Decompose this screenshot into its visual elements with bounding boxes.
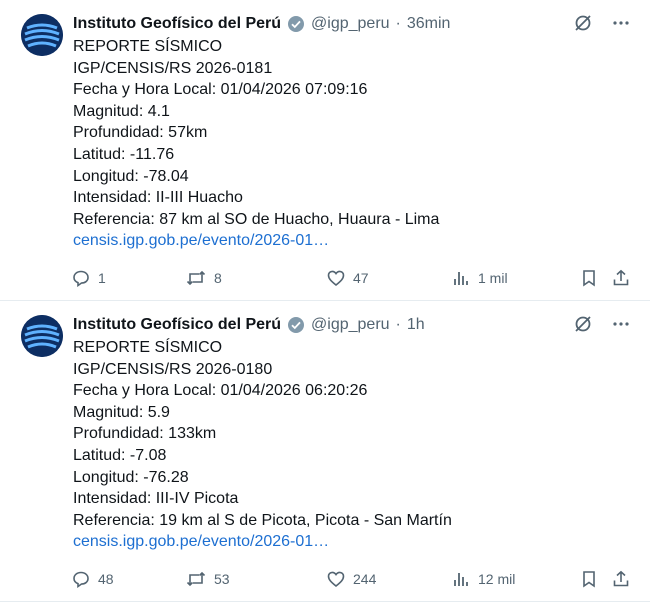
tweet-line: Intensidad: II-III Huacho	[73, 189, 243, 207]
reply-button[interactable]: 48	[72, 570, 114, 588]
timestamp[interactable]: 36min	[407, 15, 451, 33]
tweet-line: Latitud: -7.08	[73, 446, 167, 464]
views-count: 12 mil	[478, 571, 516, 587]
tweet-actions: 48 53 244 12 mil	[72, 568, 632, 590]
like-count: 244	[353, 571, 377, 587]
views-icon	[454, 272, 468, 285]
tweet-line: Referencia: 19 km al S de Picota, Picota…	[73, 511, 452, 529]
author-name[interactable]: Instituto Geofísico del Perú	[73, 15, 281, 33]
share-icon	[613, 570, 629, 587]
views-icon	[454, 573, 468, 586]
tweet-line: Profundidad: 57km	[73, 124, 208, 142]
tweet-line: IGP/CENSIS/RS 2026-0181	[73, 59, 273, 77]
tweet-top-actions	[574, 14, 630, 37]
separator-dot: ·	[395, 316, 401, 333]
bookmark-button[interactable]	[580, 570, 598, 588]
bookmark-button[interactable]	[580, 269, 598, 287]
heart-icon	[327, 571, 345, 588]
igp-logo-icon	[21, 14, 63, 56]
grok-icon[interactable]	[574, 14, 592, 37]
tweet-top-actions	[574, 315, 630, 338]
igp-logo-icon	[21, 315, 63, 357]
reply-icon	[73, 270, 89, 287]
reply-count: 1	[98, 270, 106, 286]
author-handle[interactable]: @igp_peru	[311, 15, 390, 33]
tweet-line: Fecha y Hora Local: 01/04/2026 07:09:16	[73, 81, 368, 99]
share-icon	[613, 269, 629, 286]
like-count: 47	[353, 270, 369, 286]
retweet-count: 53	[214, 571, 230, 587]
avatar[interactable]	[21, 14, 63, 56]
retweet-button[interactable]: 8	[186, 269, 222, 287]
tweet-line: Fecha y Hora Local: 01/04/2026 06:20:26	[73, 382, 368, 400]
event-link[interactable]: censis.igp.gob.pe/evento/2026-01…	[73, 230, 633, 252]
retweet-icon	[186, 270, 206, 286]
tweet-line: Magnitud: 5.9	[73, 403, 170, 421]
verified-badge-icon	[287, 15, 305, 33]
verified-badge-icon	[287, 316, 305, 334]
event-link[interactable]: censis.igp.gob.pe/evento/2026-01…	[73, 531, 633, 553]
tweet-header: Instituto Geofísico del Perú @igp_peru ·…	[73, 313, 425, 337]
tweet-line: REPORTE SÍSMICO	[73, 339, 223, 356]
more-icon[interactable]	[612, 14, 630, 37]
author-handle[interactable]: @igp_peru	[311, 316, 390, 334]
author-name[interactable]: Instituto Geofísico del Perú	[73, 316, 281, 334]
tweet-line: Latitud: -11.76	[73, 145, 175, 163]
views-count: 1 mil	[478, 270, 508, 286]
tweet-line: Longitud: -76.28	[73, 468, 189, 486]
separator-dot: ·	[395, 15, 401, 32]
tweet-text: REPORTE SÍSMICO IGP/CENSIS/RS 2026-0181 …	[73, 36, 633, 252]
tweet-card[interactable]: Instituto Geofísico del Perú @igp_peru ·…	[0, 301, 650, 602]
retweet-count: 8	[214, 270, 222, 286]
tweet-line: Longitud: -78.04	[73, 167, 189, 185]
tweet-line: Profundidad: 133km	[73, 425, 217, 443]
share-button[interactable]	[612, 570, 630, 588]
like-button[interactable]: 244	[327, 570, 376, 588]
bookmark-icon	[583, 270, 595, 287]
tweet-actions: 1 8 47 1 mil	[72, 267, 632, 289]
tweet-line: Intensidad: III-IV Picota	[73, 490, 239, 508]
reply-button[interactable]: 1	[72, 269, 106, 287]
tweet-line: IGP/CENSIS/RS 2026-0180	[73, 360, 273, 378]
grok-icon[interactable]	[574, 315, 592, 338]
reply-count: 48	[98, 571, 114, 587]
tweet-line: Magnitud: 4.1	[73, 102, 170, 120]
tweet-line: Referencia: 87 km al SO de Huacho, Huaur…	[73, 210, 440, 228]
heart-icon	[327, 270, 345, 287]
reply-icon	[73, 571, 89, 588]
share-button[interactable]	[612, 269, 630, 287]
tweet-text: REPORTE SÍSMICO IGP/CENSIS/RS 2026-0180 …	[73, 337, 633, 553]
retweet-icon	[186, 571, 206, 587]
like-button[interactable]: 47	[327, 269, 369, 287]
bookmark-icon	[583, 571, 595, 588]
tweet-card[interactable]: Instituto Geofísico del Perú @igp_peru ·…	[0, 0, 650, 301]
avatar[interactable]	[21, 315, 63, 357]
views-button[interactable]: 1 mil	[452, 269, 508, 287]
tweet-header: Instituto Geofísico del Perú @igp_peru ·…	[73, 12, 450, 36]
more-icon[interactable]	[612, 315, 630, 338]
views-button[interactable]: 12 mil	[452, 570, 515, 588]
tweet-line: REPORTE SÍSMICO	[73, 38, 223, 55]
retweet-button[interactable]: 53	[186, 570, 230, 588]
timestamp[interactable]: 1h	[407, 316, 425, 334]
